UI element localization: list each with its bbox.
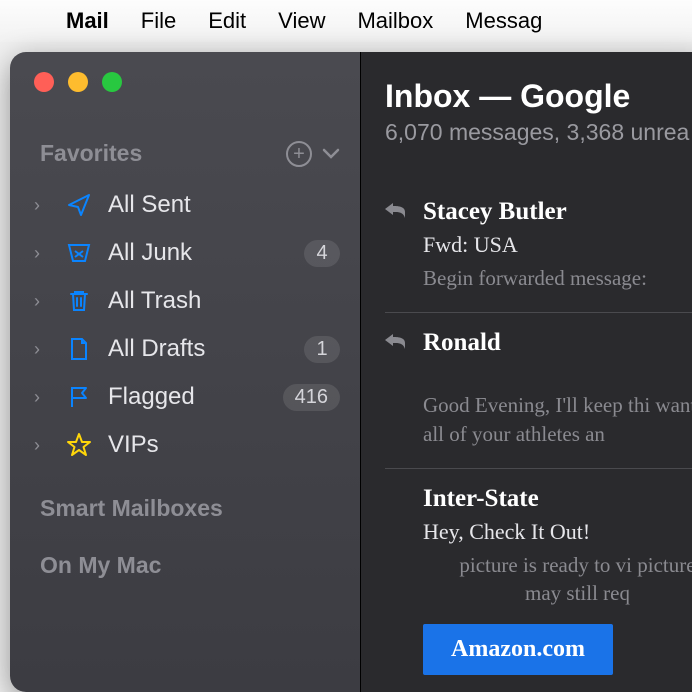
count-badge: 416 xyxy=(283,384,340,411)
count-badge: 1 xyxy=(304,336,340,363)
sidebar-item-label: Flagged xyxy=(108,383,269,411)
message-row[interactable]: Ronald Good Evening, I'll keep thi want … xyxy=(385,313,692,469)
sidebar-item-vips[interactable]: › VIPs xyxy=(10,421,360,469)
window-controls xyxy=(10,72,360,92)
trash-icon xyxy=(64,288,94,314)
message-list-pane: Inbox — Google 6,070 messages, 3,368 unr… xyxy=(360,52,692,692)
smart-mailboxes-header[interactable]: Smart Mailboxes xyxy=(10,469,360,526)
chevron-right-icon[interactable]: › xyxy=(34,339,50,360)
sidebar-item-sent[interactable]: › All Sent xyxy=(10,181,360,229)
message-row[interactable]: Inter-State Hey, Check It Out! picture i… xyxy=(385,469,692,692)
on-my-mac-header[interactable]: On My Mac xyxy=(10,526,360,583)
sidebar-item-label: All Sent xyxy=(108,191,340,219)
message-preview: Good Evening, I'll keep thi want all of … xyxy=(385,391,692,448)
chevron-right-icon[interactable]: › xyxy=(34,195,50,216)
app-name[interactable]: Mail xyxy=(66,8,109,34)
chevron-right-icon[interactable]: › xyxy=(34,243,50,264)
inbox-title: Inbox — Google xyxy=(385,78,692,115)
cta-button[interactable]: Amazon.com xyxy=(423,624,613,675)
message-sender: Ronald xyxy=(423,329,501,357)
send-icon xyxy=(64,192,94,218)
sidebar-item-label: All Junk xyxy=(108,239,290,267)
reply-icon xyxy=(385,203,409,221)
message-sender: Inter-State xyxy=(423,485,539,513)
chevron-right-icon[interactable]: › xyxy=(34,435,50,456)
sidebar-item-trash[interactable]: › All Trash xyxy=(10,277,360,325)
sidebar-item-junk[interactable]: › All Junk 4 xyxy=(10,229,360,277)
junk-icon xyxy=(64,240,94,266)
message-row[interactable]: Stacey Butler Fwd: USA Begin forwarded m… xyxy=(385,182,692,313)
add-favorite-icon[interactable]: + xyxy=(286,141,312,167)
chevron-right-icon[interactable]: › xyxy=(34,291,50,312)
message-preview: picture is ready to vi picture may still… xyxy=(385,551,692,608)
favorites-title: Favorites xyxy=(40,140,142,167)
count-badge: 4 xyxy=(304,240,340,267)
sidebar: Favorites + › All Sent › All Junk 4 xyxy=(10,52,360,692)
menu-edit[interactable]: Edit xyxy=(208,8,246,34)
reply-icon xyxy=(385,334,409,352)
sidebar-item-flagged[interactable]: › Flagged 416 xyxy=(10,373,360,421)
sidebar-item-label: All Trash xyxy=(108,287,340,315)
mail-window: Favorites + › All Sent › All Junk 4 xyxy=(10,52,692,692)
inbox-subtitle: 6,070 messages, 3,368 unrea xyxy=(385,119,692,146)
zoom-button[interactable] xyxy=(102,72,122,92)
chevron-down-icon[interactable] xyxy=(322,148,340,160)
document-icon xyxy=(64,336,94,362)
star-icon xyxy=(64,432,94,458)
menu-mailbox[interactable]: Mailbox xyxy=(357,8,433,34)
message-subject: Fwd: USA xyxy=(385,232,692,258)
message-subject xyxy=(385,363,692,385)
favorites-header: Favorites + xyxy=(10,140,360,167)
minimize-button[interactable] xyxy=(68,72,88,92)
sidebar-item-label: VIPs xyxy=(108,431,340,459)
sidebar-item-drafts[interactable]: › All Drafts 1 xyxy=(10,325,360,373)
message-sender: Stacey Butler xyxy=(423,198,567,226)
message-subject: Hey, Check It Out! xyxy=(385,519,692,545)
menu-view[interactable]: View xyxy=(278,8,325,34)
menu-file[interactable]: File xyxy=(141,8,176,34)
flag-icon xyxy=(64,384,94,410)
close-button[interactable] xyxy=(34,72,54,92)
system-menubar: Mail File Edit View Mailbox Messag xyxy=(0,0,692,42)
menu-message[interactable]: Messag xyxy=(465,8,542,34)
message-preview: Begin forwarded message: xyxy=(385,264,692,292)
chevron-right-icon[interactable]: › xyxy=(34,387,50,408)
sidebar-item-label: All Drafts xyxy=(108,335,290,363)
